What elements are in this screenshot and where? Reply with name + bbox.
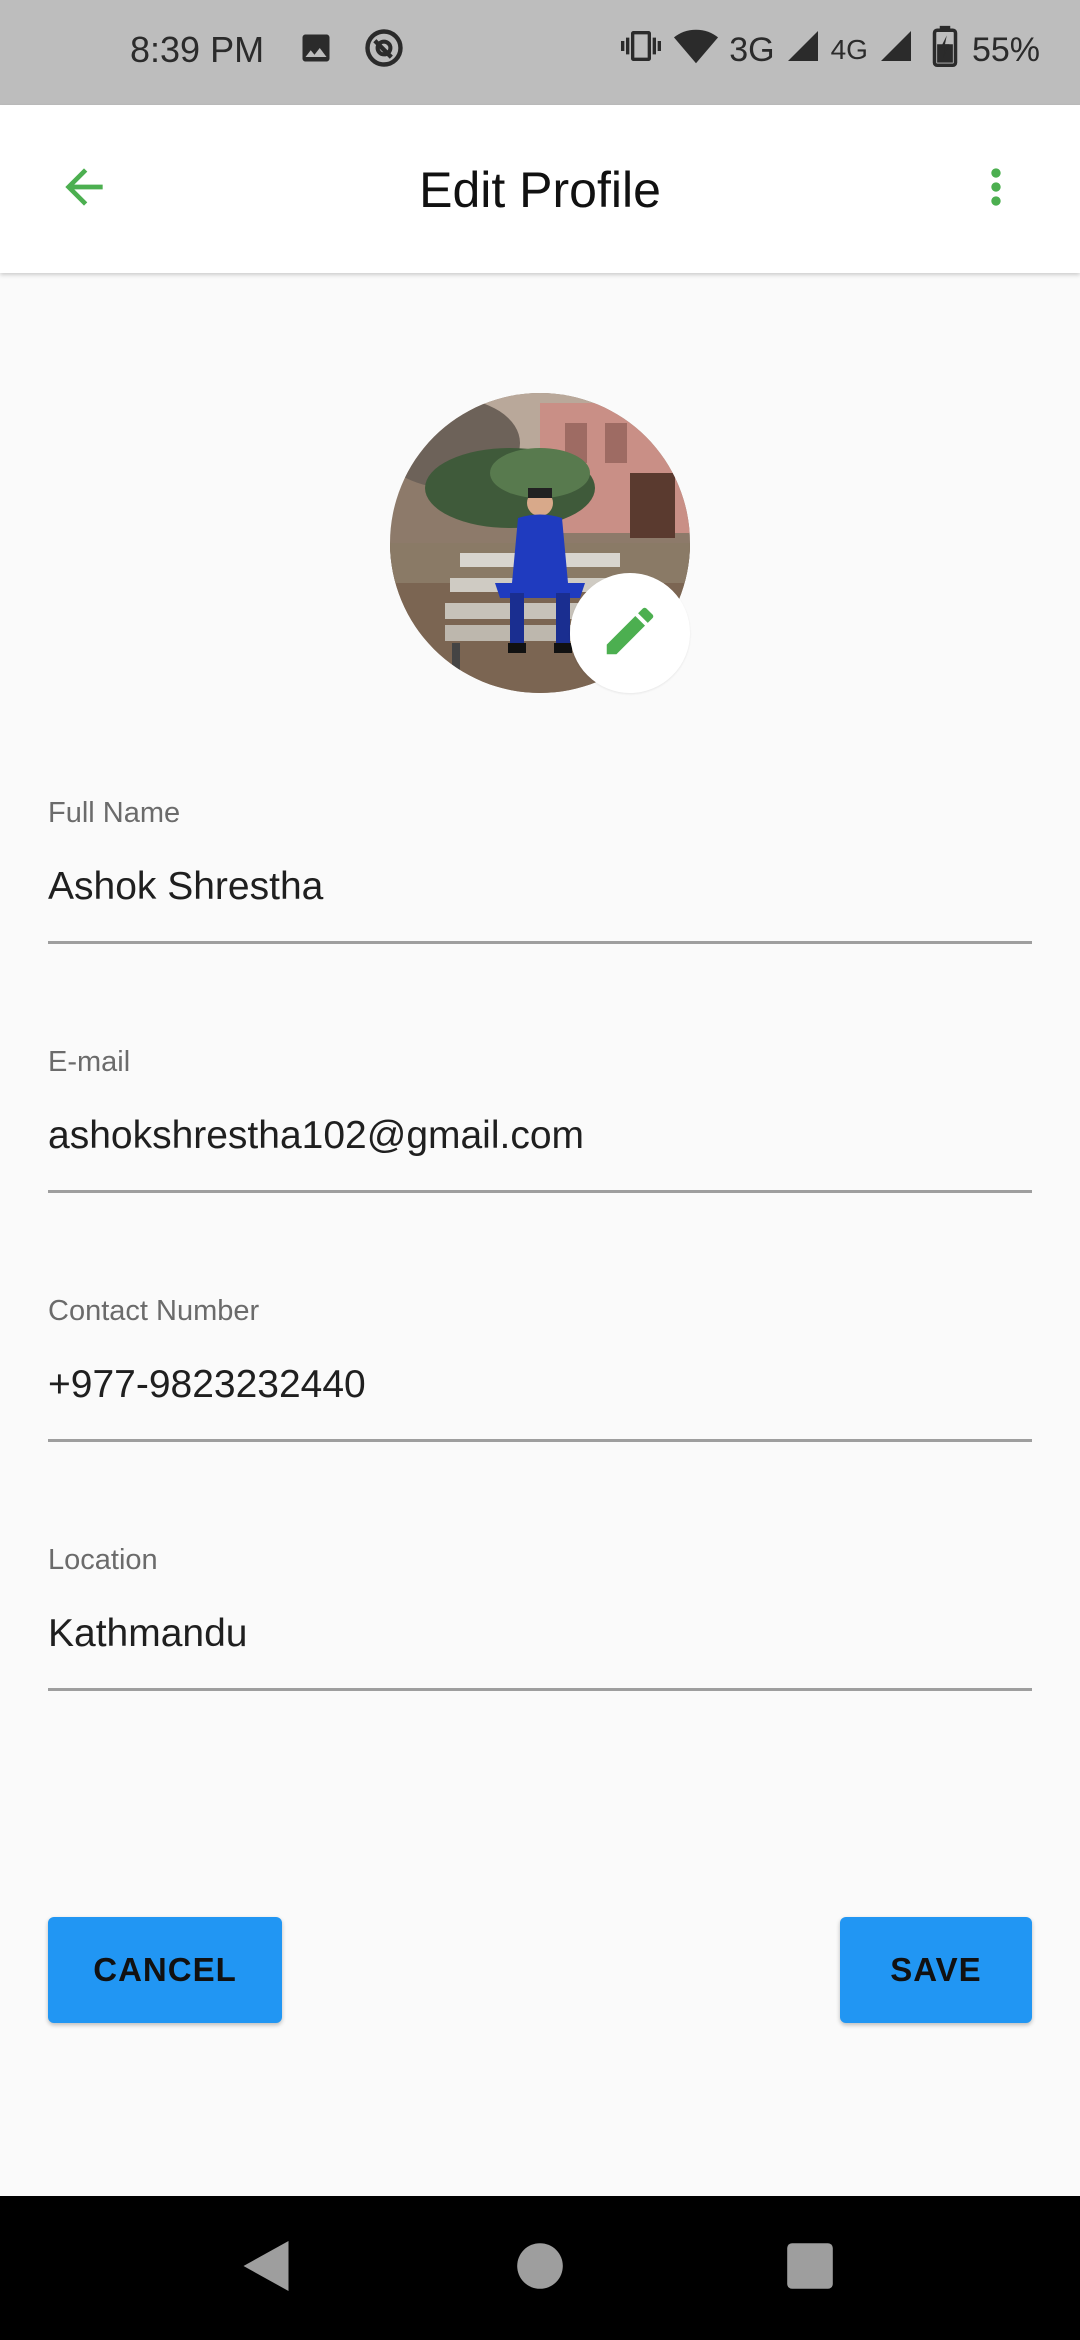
page-title: Edit Profile [419, 162, 661, 218]
battery-charging-icon [932, 25, 958, 76]
full-name-input[interactable]: Ashok Shrestha [48, 861, 1032, 913]
full-name-label: Full Name [48, 797, 181, 829]
email-input[interactable]: ashokshrestha102@gmail.com [48, 1110, 1032, 1162]
square-recents-icon [786, 2242, 834, 2295]
status-time: 8:39 PM [130, 29, 265, 70]
nav-home-button[interactable] [504, 2232, 576, 2304]
signal-icon [785, 28, 821, 73]
contact-number-underline [48, 1439, 1032, 1442]
triangle-back-icon [241, 2238, 291, 2299]
contact-number-input[interactable]: +977-9823232440 [48, 1359, 1032, 1411]
nav-back-button[interactable] [230, 2232, 302, 2304]
sync-icon [362, 26, 406, 75]
circle-home-icon [516, 2242, 564, 2295]
wifi-icon [673, 26, 719, 75]
network-3g-label: 3G [729, 31, 775, 69]
full-name-underline [48, 941, 1032, 944]
nav-recents-button[interactable] [774, 2232, 846, 2304]
location-input[interactable]: Kathmandu [48, 1608, 1032, 1660]
pencil-icon [599, 600, 661, 667]
contact-number-label: Contact Number [48, 1295, 260, 1327]
battery-percent: 55% [971, 31, 1040, 69]
cancel-button[interactable]: CANCEL [48, 1917, 282, 2023]
status-right-icons: 3G 4G 55% [619, 22, 1040, 78]
edit-avatar-button[interactable] [570, 573, 690, 693]
email-label: E-mail [48, 1046, 131, 1078]
full-name-field[interactable]: Full Name Ashok Shrestha [48, 793, 1032, 944]
contact-number-field[interactable]: Contact Number +977-9823232440 [48, 1291, 1032, 1442]
save-button[interactable]: SAVE [840, 1917, 1032, 2023]
system-nav-bar [0, 2196, 1080, 2340]
app-bar: Edit Profile [0, 105, 1080, 273]
image-icon [298, 30, 334, 71]
location-underline [48, 1688, 1032, 1691]
status-bar: 8:39 PM 3G 4G 55% [0, 0, 1080, 105]
network-4g-label: 4G [830, 34, 868, 65]
more-vert-icon [968, 159, 1024, 220]
email-underline [48, 1190, 1032, 1193]
location-label: Location [48, 1544, 158, 1576]
more-options-button[interactable] [956, 149, 1036, 229]
email-field[interactable]: E-mail ashokshrestha102@gmail.com [48, 1042, 1032, 1193]
status-left-icons [298, 26, 406, 75]
signal-icon [878, 28, 914, 73]
vibrate-icon [619, 26, 663, 75]
location-field[interactable]: Location Kathmandu [48, 1540, 1032, 1691]
